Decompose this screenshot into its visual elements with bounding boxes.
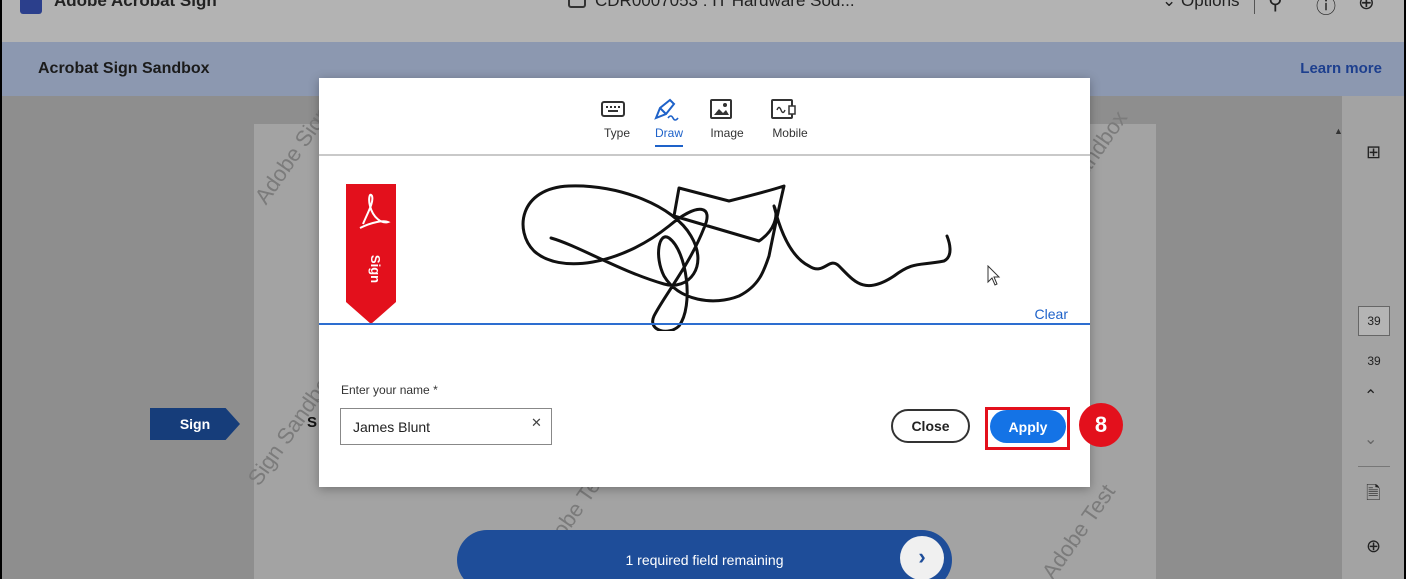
current-page-input[interactable]: 39 <box>1358 306 1390 336</box>
options-menu[interactable]: ⌄ Options <box>1162 0 1240 11</box>
tab-mobile-label: Mobile <box>772 126 808 140</box>
tab-type[interactable]: Type <box>599 96 635 140</box>
tab-draw-label: Draw <box>654 126 683 140</box>
required-fields-text: 1 required field remaining <box>625 552 784 568</box>
thumbnails-grid-icon[interactable]: ⊞ <box>1366 142 1381 163</box>
screen: Adobe Acrobat Sign CDR0007053 : IT Hardw… <box>0 0 1406 579</box>
watermark: Adobe Test <box>1036 479 1121 579</box>
tab-mobile[interactable]: Mobile <box>767 96 813 140</box>
apply-highlight-box <box>985 407 1070 450</box>
document-icon <box>568 0 586 8</box>
required-fields-bar[interactable]: 1 required field remaining › <box>457 530 952 579</box>
search-icon[interactable]: ⚲ <box>1268 0 1283 15</box>
rail-divider <box>1358 466 1390 467</box>
next-page-chevron-icon[interactable]: ⌄ <box>1364 429 1377 449</box>
document-file-icon[interactable]: 🗎 <box>1366 481 1380 511</box>
name-field-label: Enter your name * <box>341 383 438 397</box>
document-name[interactable]: CDR0007053 : IT Hardware Sod... <box>595 0 855 11</box>
required-asterisk: * <box>433 383 438 397</box>
clear-input-icon[interactable]: ✕ <box>531 415 542 431</box>
mobile-icon <box>771 99 796 119</box>
globe-icon[interactable]: ⊕ <box>1358 0 1375 15</box>
image-icon <box>710 99 732 119</box>
sign-field-flag[interactable]: Sign <box>150 408 240 440</box>
mouse-cursor-icon <box>987 265 1001 286</box>
tab-image[interactable]: Image <box>707 96 747 140</box>
pen-icon <box>654 98 679 121</box>
clear-signature-link[interactable]: Clear <box>1035 306 1068 322</box>
app-header: Adobe Acrobat Sign CDR0007053 : IT Hardw… <box>2 0 1404 42</box>
tab-type-label: Type <box>603 126 630 140</box>
learn-more-link[interactable]: Learn more <box>1300 60 1382 77</box>
banner-title: Acrobat Sign Sandbox <box>38 60 210 77</box>
tab-draw[interactable]: Draw <box>650 96 688 147</box>
previous-page-chevron-icon[interactable]: ⌃ <box>1364 386 1377 406</box>
info-icon[interactable]: ⓘ <box>1316 0 1336 19</box>
right-rail: ▲ ⊞ 39 39 ⌃ ⌄ 🗎 ⊕ <box>1334 96 1404 579</box>
signature-drawing-canvas[interactable] <box>319 156 1090 331</box>
step-number-badge: 8 <box>1079 403 1123 447</box>
header-divider <box>1254 0 1255 14</box>
zoom-in-icon[interactable]: ⊕ <box>1366 536 1381 557</box>
name-input[interactable] <box>340 408 552 445</box>
tab-image-label: Image <box>710 126 744 140</box>
signature-method-tabs: Type Draw Image Mobile <box>319 78 1090 156</box>
signature-dialog: Type Draw Image Mobile Sign Clear Enter … <box>319 78 1090 487</box>
app-name: Adobe Acrobat Sign <box>54 0 217 10</box>
signature-field-text: S <box>307 414 318 431</box>
signature-baseline <box>319 323 1090 325</box>
next-field-button[interactable]: › <box>900 536 944 579</box>
options-label: Options <box>1180 0 1240 10</box>
name-label-text: Enter your name <box>341 383 430 397</box>
acrobat-logo-icon <box>20 0 42 14</box>
total-pages: 39 <box>1367 354 1381 368</box>
close-button[interactable]: Close <box>891 409 970 443</box>
scroll-up-arrow-icon[interactable]: ▲ <box>1334 126 1343 136</box>
keyboard-icon <box>601 101 625 117</box>
